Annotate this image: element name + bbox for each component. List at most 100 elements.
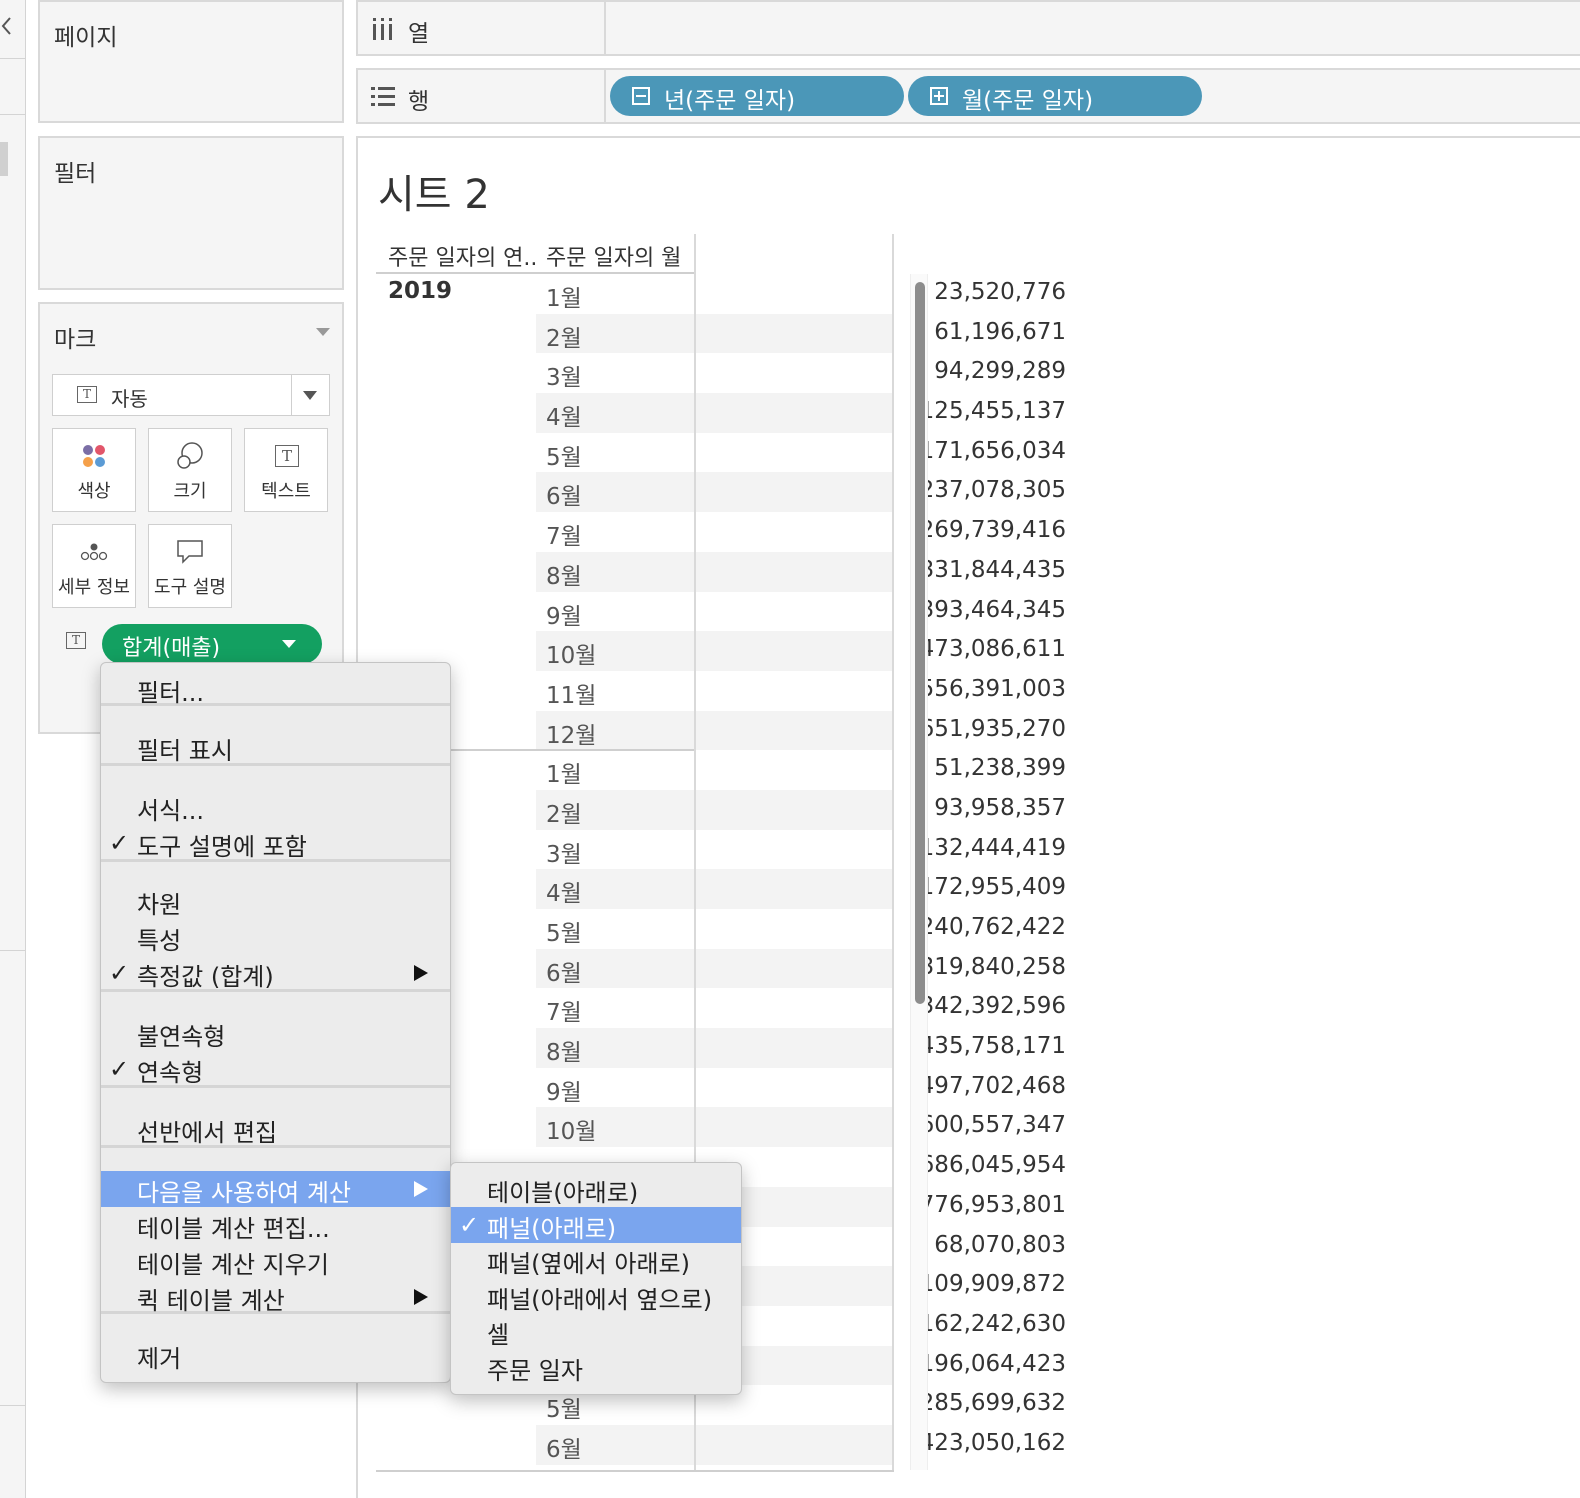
submenu-arrow-icon	[414, 1181, 428, 1197]
menu-item-label: 연속형	[137, 1059, 204, 1087]
menu-item[interactable]: 특성	[101, 919, 450, 955]
size-button-label: 크기	[173, 481, 207, 502]
menu-item[interactable]: 테이블 계산 편집...	[101, 1207, 450, 1243]
header-year[interactable]: 주문 일자의 연..	[388, 240, 537, 272]
submenu-item-label: 테이블(아래로)	[487, 1179, 639, 1207]
submenu-item[interactable]: 주문 일자	[451, 1349, 741, 1385]
sales-value-cell: 94,299,289	[934, 358, 1066, 385]
menu-item[interactable]: 필터...	[101, 671, 450, 707]
sales-value-cell: 435,758,171	[919, 1033, 1066, 1060]
table-row[interactable]: 9월 393,464,345	[536, 592, 1066, 632]
color-button[interactable]: 색상	[52, 428, 136, 512]
table-row[interactable]: 11월 556,391,003	[536, 671, 1066, 711]
table-row[interactable]: 7월 342,392,596	[536, 988, 1066, 1028]
columns-shelf[interactable]: 열	[356, 0, 1580, 56]
sales-value-cell: 269,739,416	[919, 517, 1066, 544]
table-row[interactable]: 2월 93,958,357	[536, 789, 1066, 830]
table-row[interactable]: 9월 497,702,468	[536, 1068, 1066, 1108]
table-row[interactable]: 4월 172,955,409	[536, 869, 1066, 909]
table-row[interactable]: 12월 651,935,270	[536, 710, 1066, 751]
menu-item[interactable]: ✓ 도구 설명에 포함	[101, 825, 450, 861]
table-row[interactable]: 6월 423,050,162	[536, 1424, 1066, 1465]
scrollbar-thumb[interactable]	[915, 282, 925, 1004]
table-row[interactable]: 8월 435,758,171	[536, 1028, 1066, 1068]
size-button[interactable]: 크기	[148, 428, 232, 512]
month-cell: 3월	[546, 841, 582, 868]
month-cell: 6월	[546, 960, 582, 987]
table-row[interactable]: 4월 125,455,137	[536, 393, 1066, 433]
menu-item[interactable]: 선반에서 편집	[101, 1111, 450, 1147]
table-row[interactable]: 10월 473,086,611	[536, 631, 1066, 671]
table-row[interactable]: 6월 319,840,258	[536, 948, 1066, 989]
chevron-down-icon[interactable]	[316, 328, 330, 336]
expand-plus-icon[interactable]	[930, 87, 948, 105]
strip-tab[interactable]	[0, 142, 8, 176]
checkmark-icon: ✓	[109, 829, 130, 857]
menu-item[interactable]: 불연속형	[101, 1015, 450, 1051]
submenu-item[interactable]: 패널(아래에서 옆으로)	[451, 1278, 741, 1314]
table-row[interactable]: 2월 61,196,671	[536, 313, 1066, 354]
table-row[interactable]: 6월 237,078,305	[536, 472, 1066, 513]
color-button-label: 색상	[77, 481, 111, 502]
month-pill-label: 월(주문 일자)	[962, 88, 1094, 114]
text-button[interactable]: T 텍스트	[244, 428, 328, 512]
pill-context-menu: 필터... 필터 표시 서식... ✓ 도구 설명에 포함 차원 특성 ✓ 측정값 (합계) 불연…	[100, 662, 451, 1383]
table-row[interactable]: 1월 51,238,399	[536, 750, 1066, 790]
submenu-arrow-icon	[414, 1289, 428, 1305]
vertical-scrollbar[interactable]	[910, 274, 928, 1470]
menu-item-label: 도구 설명에 포함	[137, 833, 307, 861]
mark-type-dropdown[interactable]: T 자동	[52, 374, 330, 416]
month-cell: 7월	[546, 524, 582, 551]
collapse-minus-icon[interactable]	[632, 87, 650, 105]
submenu-item[interactable]: 패널(옆에서 아래로)	[451, 1242, 741, 1278]
month-order-date-pill[interactable]: 월(주문 일자)	[908, 76, 1202, 116]
sales-value-cell: 423,050,162	[919, 1429, 1066, 1456]
submenu-item[interactable]: 셀	[451, 1313, 741, 1349]
menu-item[interactable]: ✓ 측정값 (합계)	[101, 955, 450, 991]
menu-item[interactable]: 테이블 계산 지우기	[101, 1243, 450, 1279]
pill-dropdown-icon[interactable]	[282, 640, 296, 648]
month-cell: 12월	[546, 722, 597, 749]
sales-value-cell: 319,840,258	[919, 953, 1066, 980]
table-row[interactable]: 5월 171,656,034	[536, 433, 1066, 473]
menu-item[interactable]: 필터 표시	[101, 729, 450, 765]
menu-item[interactable]: 다음을 사용하여 계산	[101, 1171, 450, 1207]
sales-value-cell: 132,444,419	[919, 834, 1066, 861]
measure-pill-sum-sales[interactable]: 합계(매출)	[102, 624, 322, 664]
sales-value-cell: 240,762,422	[919, 914, 1066, 940]
menu-item[interactable]: 서식...	[101, 789, 450, 825]
submenu-item-label: 패널(아래로)	[487, 1214, 617, 1243]
table-row[interactable]: 3월 94,299,289	[536, 353, 1066, 393]
table-row[interactable]: 3월 132,444,419	[536, 830, 1066, 870]
menu-item[interactable]: ✓ 연속형	[101, 1051, 450, 1087]
submenu-item[interactable]: ✓ 패널(아래로)	[451, 1206, 741, 1243]
sales-value-cell: 600,557,347	[919, 1112, 1066, 1139]
size-icon	[177, 442, 203, 469]
table-row[interactable]: 7월 269,739,416	[536, 512, 1066, 552]
table-row[interactable]: 1월 23,520,776	[536, 274, 1066, 314]
sales-value-cell: 473,086,611	[919, 636, 1066, 663]
menu-item-label: 불연속형	[137, 1023, 226, 1051]
filters-card[interactable]: 필터	[38, 136, 344, 290]
tooltip-button[interactable]: 도구 설명	[148, 524, 232, 608]
submenu-item[interactable]: 테이블(아래로)	[451, 1171, 741, 1207]
menu-item[interactable]: 퀵 테이블 계산	[101, 1279, 450, 1315]
month-cell: 11월	[546, 682, 597, 709]
pages-card[interactable]: 페이지	[38, 0, 344, 123]
menu-item[interactable]: 차원	[101, 883, 450, 919]
month-cell: 8월	[546, 563, 582, 590]
sales-value-cell: 23,520,776	[934, 279, 1066, 305]
table-row[interactable]: 10월 600,557,347	[536, 1107, 1066, 1148]
menu-item[interactable]: 제거	[101, 1337, 450, 1373]
year-label: 2019	[388, 278, 453, 304]
header-month[interactable]: 주문 일자의 월	[546, 240, 681, 272]
table-row[interactable]: 5월 240,762,422	[536, 909, 1066, 949]
month-cell: 6월	[546, 1436, 582, 1463]
rows-shelf[interactable]: 행 년(주문 일자) 월(주문 일자)	[356, 68, 1580, 124]
detail-button[interactable]: 세부 정보	[52, 524, 136, 608]
year-order-date-pill[interactable]: 년(주문 일자)	[610, 76, 904, 116]
sales-value-cell: 125,455,137	[919, 398, 1066, 425]
dropdown-arrow-icon[interactable]	[303, 391, 317, 400]
chevron-left-icon[interactable]	[0, 14, 16, 38]
table-row[interactable]: 8월 331,844,435	[536, 551, 1066, 592]
